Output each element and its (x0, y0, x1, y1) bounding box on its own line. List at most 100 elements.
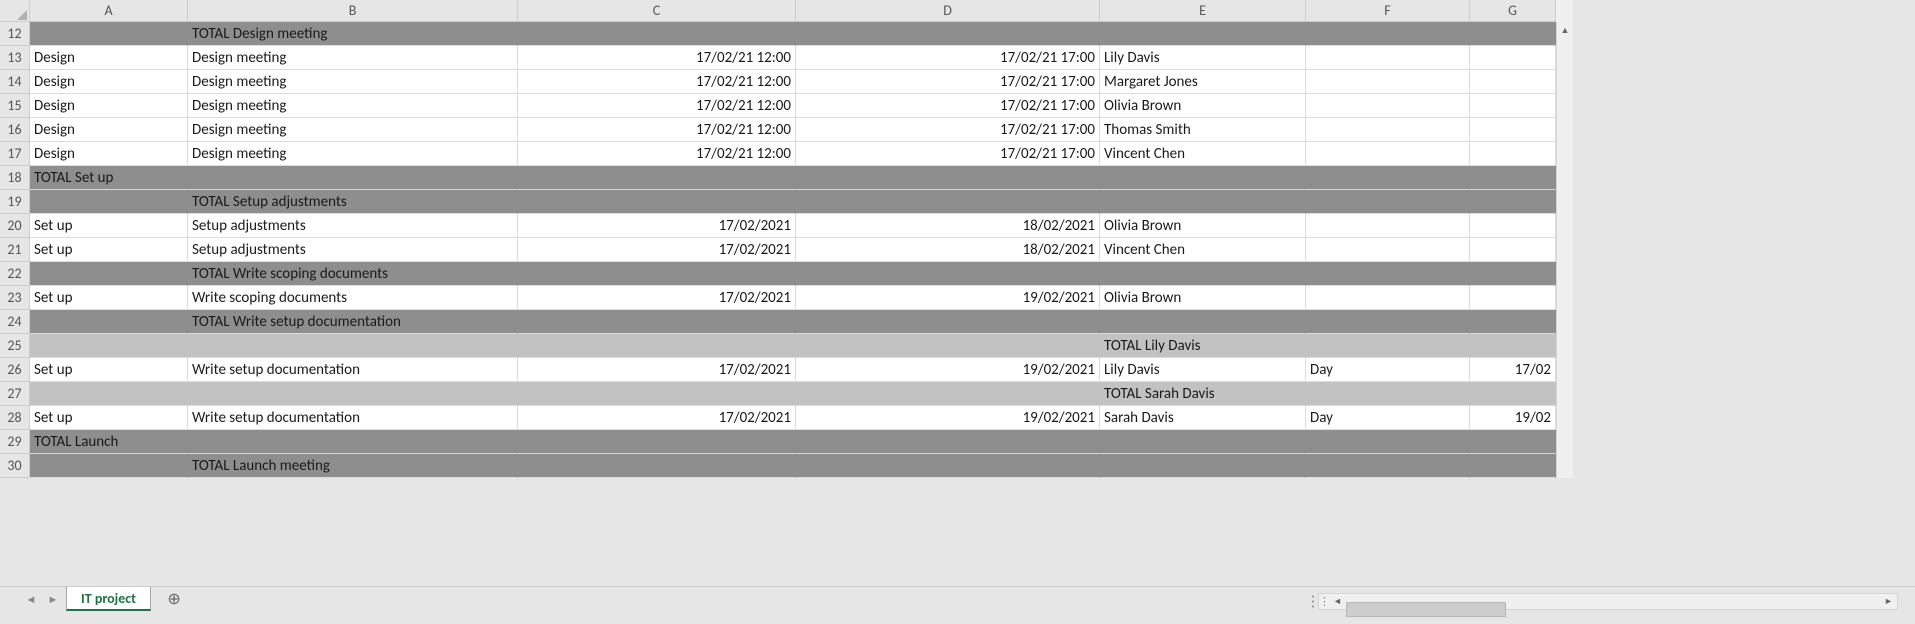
cell[interactable] (1470, 46, 1556, 70)
cell[interactable] (1470, 190, 1556, 214)
col-header-A[interactable]: A (30, 0, 188, 22)
cell[interactable] (1306, 262, 1470, 286)
row-header[interactable]: 22 (0, 262, 30, 286)
cell[interactable] (1306, 430, 1470, 454)
cell[interactable] (1306, 46, 1470, 70)
cell[interactable] (1470, 118, 1556, 142)
row-header[interactable]: 15 (0, 94, 30, 118)
col-header-D[interactable]: D (796, 0, 1100, 22)
cell[interactable]: 17/02/21 17:00 (796, 94, 1100, 118)
cell[interactable] (1306, 70, 1470, 94)
cell[interactable]: Olivia Brown (1100, 214, 1306, 238)
cell[interactable]: Lily Davis (1100, 358, 1306, 382)
cell[interactable] (796, 310, 1100, 334)
cell[interactable]: Sarah Davis (1100, 406, 1306, 430)
cell[interactable] (796, 430, 1100, 454)
col-header-G[interactable]: G (1470, 0, 1556, 22)
row-header[interactable]: 23 (0, 286, 30, 310)
row-header[interactable]: 19 (0, 190, 30, 214)
cell[interactable]: 17/02/2021 (518, 214, 796, 238)
cell[interactable] (1306, 190, 1470, 214)
hscroll-split-grip[interactable]: ⋮ (1309, 593, 1317, 610)
cell[interactable] (1470, 334, 1556, 358)
cell[interactable]: TOTAL Launch (30, 430, 188, 454)
new-sheet-button[interactable]: ⊕ (159, 587, 189, 611)
cell[interactable] (1306, 382, 1470, 406)
cell[interactable]: Thomas Smith (1100, 118, 1306, 142)
cell[interactable]: 19/02/2021 (796, 406, 1100, 430)
row-header[interactable]: 16 (0, 118, 30, 142)
cell[interactable]: 19/02/2021 (796, 358, 1100, 382)
cell[interactable]: Design meeting (188, 118, 518, 142)
cell[interactable]: Day (1306, 406, 1470, 430)
cell[interactable]: TOTAL Design meeting (188, 22, 518, 46)
cell[interactable]: TOTAL Sarah Davis (1100, 382, 1306, 406)
cell[interactable]: Design meeting (188, 70, 518, 94)
cell[interactable]: 18/02/2021 (796, 238, 1100, 262)
cell[interactable] (796, 22, 1100, 46)
cell[interactable] (518, 334, 796, 358)
row-header[interactable]: 28 (0, 406, 30, 430)
cell[interactable] (518, 454, 796, 478)
row-header[interactable]: 12 (0, 22, 30, 46)
cell[interactable]: Design meeting (188, 94, 518, 118)
cell[interactable]: Lily Davis (1100, 46, 1306, 70)
cell[interactable] (30, 262, 188, 286)
cell[interactable] (188, 334, 518, 358)
cell[interactable] (1100, 262, 1306, 286)
cell[interactable] (796, 166, 1100, 190)
cell[interactable]: Design meeting (188, 142, 518, 166)
cell[interactable]: 17/02/21 12:00 (518, 46, 796, 70)
row-header[interactable]: 17 (0, 142, 30, 166)
cell[interactable]: Vincent Chen (1100, 142, 1306, 166)
cell[interactable]: TOTAL Write scoping documents (188, 262, 518, 286)
cell[interactable]: 17/02/2021 (518, 238, 796, 262)
row-header[interactable]: 25 (0, 334, 30, 358)
cell[interactable] (1470, 454, 1556, 478)
cell[interactable]: Set up (30, 358, 188, 382)
cell[interactable] (796, 334, 1100, 358)
cell[interactable]: 17/02/21 17:00 (796, 70, 1100, 94)
cell[interactable] (188, 166, 518, 190)
cell[interactable]: Setup adjustments (188, 214, 518, 238)
tab-next-button[interactable]: ► (42, 587, 64, 611)
col-header-E[interactable]: E (1100, 0, 1306, 22)
col-header-C[interactable]: C (518, 0, 796, 22)
cell[interactable] (1100, 166, 1306, 190)
cell[interactable] (1306, 22, 1470, 46)
cell[interactable] (1306, 454, 1470, 478)
cell[interactable]: Margaret Jones (1100, 70, 1306, 94)
cell[interactable] (1100, 310, 1306, 334)
cell[interactable] (1306, 238, 1470, 262)
cell[interactable]: 19/02/2021 (796, 286, 1100, 310)
row-header[interactable]: 20 (0, 214, 30, 238)
cell[interactable] (30, 454, 188, 478)
cell[interactable] (796, 190, 1100, 214)
cell[interactable] (1470, 310, 1556, 334)
cell[interactable] (30, 334, 188, 358)
row-header[interactable]: 30 (0, 454, 30, 478)
cell[interactable] (1470, 214, 1556, 238)
cell[interactable]: Write setup documentation (188, 406, 518, 430)
cell[interactable] (1306, 214, 1470, 238)
cell[interactable] (1470, 22, 1556, 46)
cell[interactable]: 17/02/21 12:00 (518, 142, 796, 166)
cell[interactable] (1470, 166, 1556, 190)
cell[interactable] (1100, 22, 1306, 46)
row-header[interactable]: 18 (0, 166, 30, 190)
cell[interactable] (518, 190, 796, 214)
row-header[interactable]: 29 (0, 430, 30, 454)
row-header[interactable]: 26 (0, 358, 30, 382)
cell[interactable] (188, 430, 518, 454)
cell[interactable] (1100, 430, 1306, 454)
cell[interactable] (1306, 94, 1470, 118)
cell[interactable] (1100, 454, 1306, 478)
cell[interactable] (518, 430, 796, 454)
cell[interactable] (1306, 118, 1470, 142)
cell[interactable]: 19/02 (1470, 406, 1556, 430)
cell[interactable] (518, 310, 796, 334)
cell[interactable]: Design (30, 142, 188, 166)
cell[interactable]: Setup adjustments (188, 238, 518, 262)
cell[interactable] (1306, 142, 1470, 166)
cell[interactable] (518, 166, 796, 190)
